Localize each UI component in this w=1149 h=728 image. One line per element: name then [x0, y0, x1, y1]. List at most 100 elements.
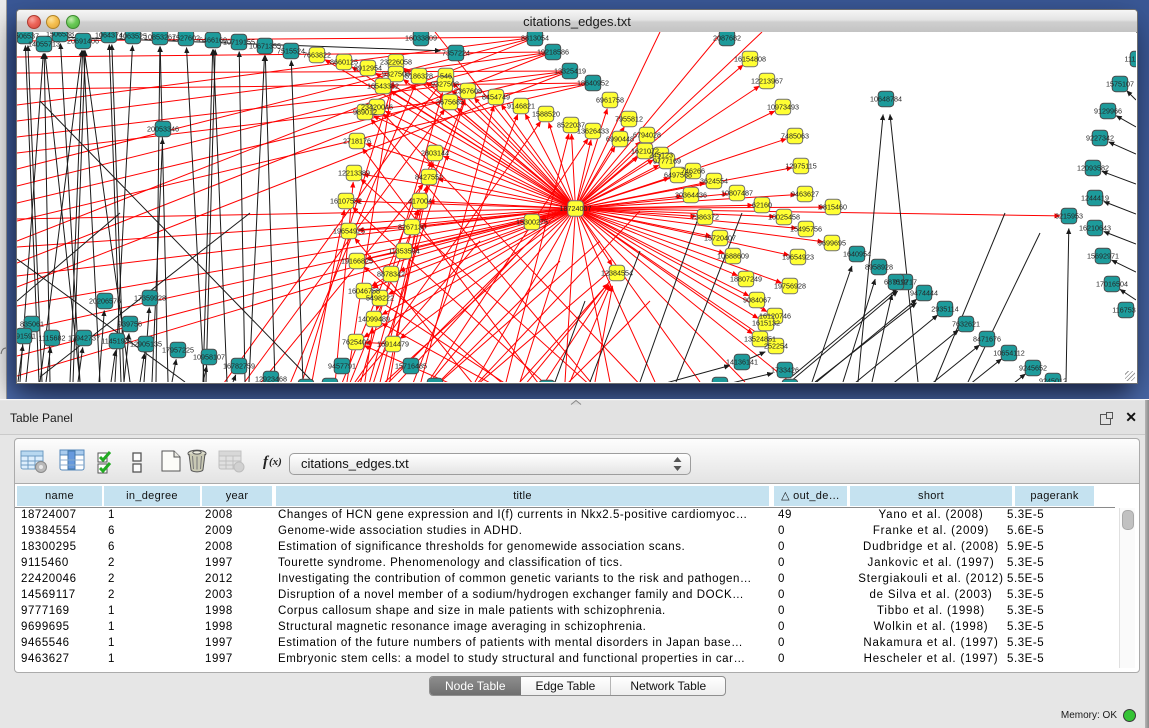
svg-text:3215953: 3215953 [1055, 212, 1083, 221]
svg-text:9245012: 9245012 [1039, 377, 1067, 383]
svg-text:12213389: 12213389 [338, 169, 370, 178]
svg-text:9245652: 9245652 [1019, 364, 1047, 373]
svg-text:17359928: 17359928 [134, 294, 166, 303]
svg-text:1527602: 1527602 [172, 34, 200, 43]
svg-text:9474444: 9474444 [910, 289, 938, 298]
svg-text:9463627: 9463627 [791, 190, 819, 199]
svg-text:1733426: 1733426 [771, 366, 799, 375]
svg-text:14136141: 14136141 [726, 358, 758, 367]
svg-text:7663822: 7663822 [303, 51, 331, 60]
svg-text:2935114: 2935114 [931, 305, 958, 314]
svg-text:9084067: 9084067 [743, 296, 771, 305]
svg-text:16107552: 16107552 [330, 197, 362, 206]
svg-text:2718176: 2718176 [343, 137, 371, 146]
svg-text:1115682: 1115682 [39, 334, 66, 343]
svg-text:1371645: 1371645 [421, 382, 449, 383]
svg-text:9699695: 9699695 [818, 239, 846, 248]
svg-text:8471676: 8471676 [973, 335, 1001, 344]
svg-text:12975115: 12975115 [785, 162, 816, 171]
svg-text:9777169: 9777169 [653, 157, 681, 166]
svg-text:10648784: 10648784 [870, 95, 902, 104]
svg-text:7357224: 7357224 [442, 49, 470, 58]
svg-text:9129966: 9129966 [1094, 107, 1122, 116]
svg-text:7632621: 7632621 [952, 320, 980, 329]
svg-text:20206576: 20206576 [89, 297, 121, 306]
svg-text:8912954: 8912954 [354, 64, 382, 73]
svg-text:16154808: 16154808 [734, 55, 766, 64]
svg-text:252254: 252254 [764, 342, 788, 351]
svg-text:1640954: 1640954 [843, 250, 871, 259]
svg-text:12384554: 12384554 [601, 269, 633, 278]
svg-text:19218586: 19218586 [537, 48, 569, 57]
svg-text:15495756: 15495756 [790, 225, 822, 234]
svg-text:835061: 835061 [20, 320, 44, 329]
svg-text:1167533: 1167533 [1112, 306, 1136, 315]
svg-text:9457791: 9457791 [328, 362, 356, 371]
svg-text:12093582: 12093582 [1077, 164, 1109, 173]
svg-text:9146821: 9146821 [507, 102, 535, 111]
svg-text:2803144: 2803144 [421, 149, 449, 158]
svg-text:17942737: 17942737 [68, 334, 100, 343]
svg-text:13325419: 13325419 [554, 67, 586, 76]
svg-text:9227342: 9227342 [1086, 134, 1114, 143]
svg-text:3624554: 3624554 [700, 177, 728, 186]
svg-text:12213967: 12213967 [751, 77, 783, 86]
svg-text:12923468: 12923468 [255, 375, 287, 383]
svg-text:391591: 391591 [17, 332, 36, 341]
svg-text:10654112: 10654112 [993, 349, 1024, 358]
svg-text:23226058: 23226058 [380, 58, 412, 67]
svg-text:8186328: 8186328 [405, 72, 433, 81]
svg-text:10958107: 10958107 [193, 353, 225, 362]
svg-text:1063525: 1063525 [119, 32, 147, 41]
svg-text:19384554: 19384554 [704, 381, 736, 383]
svg-text:15300275: 15300275 [516, 218, 548, 227]
svg-text:16782759: 16782759 [223, 362, 255, 371]
svg-text:8267130: 8267130 [398, 223, 426, 232]
svg-text:19654925: 19654925 [333, 227, 365, 236]
svg-text:9815460: 9815460 [819, 203, 847, 212]
svg-text:2087682: 2087682 [713, 34, 741, 43]
svg-text:3675685: 3675685 [436, 98, 464, 107]
svg-text:417004: 417004 [408, 197, 432, 206]
svg-text:8958928: 8958928 [865, 263, 893, 272]
svg-text:7386372: 7386372 [691, 213, 719, 222]
svg-text:1575107: 1575107 [1106, 80, 1134, 89]
svg-text:16543382: 16543382 [367, 82, 399, 91]
svg-text:1112233: 1112233 [1125, 55, 1136, 64]
svg-text:15692971: 15692971 [1087, 252, 1119, 261]
svg-text:16033809: 16033809 [405, 34, 437, 43]
svg-text:15716485: 15716485 [395, 362, 427, 371]
svg-text:7515524: 7515524 [277, 47, 305, 56]
svg-text:14055713: 14055713 [28, 40, 60, 49]
svg-text:14099489: 14099489 [358, 315, 390, 324]
svg-text:11451941: 11451941 [101, 337, 132, 346]
svg-text:6961758: 6961758 [596, 96, 624, 105]
svg-text:6497568: 6497568 [664, 171, 692, 180]
svg-text:1615132: 1615132 [752, 319, 780, 328]
svg-text:5498222: 5498222 [366, 294, 394, 303]
svg-text:8427552: 8427552 [415, 173, 443, 182]
svg-text:8813054: 8813054 [521, 34, 549, 43]
svg-text:20053346: 20053346 [147, 125, 179, 134]
svg-text:6990448: 6990448 [606, 135, 634, 144]
svg-text:11353594: 11353594 [388, 247, 419, 256]
svg-text:16210643: 16210643 [1079, 224, 1111, 233]
svg-text:7485063: 7485063 [781, 132, 809, 141]
svg-text:7955812: 7955812 [615, 115, 643, 124]
svg-text:13626433: 13626433 [577, 127, 609, 136]
svg-text:1588520: 1588520 [532, 110, 560, 119]
svg-text:12905135: 12905135 [130, 340, 162, 349]
svg-text:(x): (x) [269, 456, 282, 468]
svg-text:7625402: 7625402 [342, 338, 370, 347]
svg-text:17957225: 17957225 [162, 346, 194, 355]
svg-text:687512: 687512 [884, 278, 908, 287]
svg-text:16914479: 16914479 [377, 340, 409, 349]
svg-text:20364436: 20364436 [675, 191, 707, 200]
svg-text:19654923: 19654923 [782, 253, 814, 262]
svg-text:8878342: 8878342 [377, 270, 405, 279]
svg-text:1092369: 1092369 [316, 382, 344, 383]
svg-text:18640952: 18640952 [577, 79, 609, 88]
svg-text:989012: 989012 [353, 108, 377, 117]
svg-text:6794028: 6794028 [633, 131, 661, 140]
svg-text:17016504: 17016504 [1096, 280, 1128, 289]
